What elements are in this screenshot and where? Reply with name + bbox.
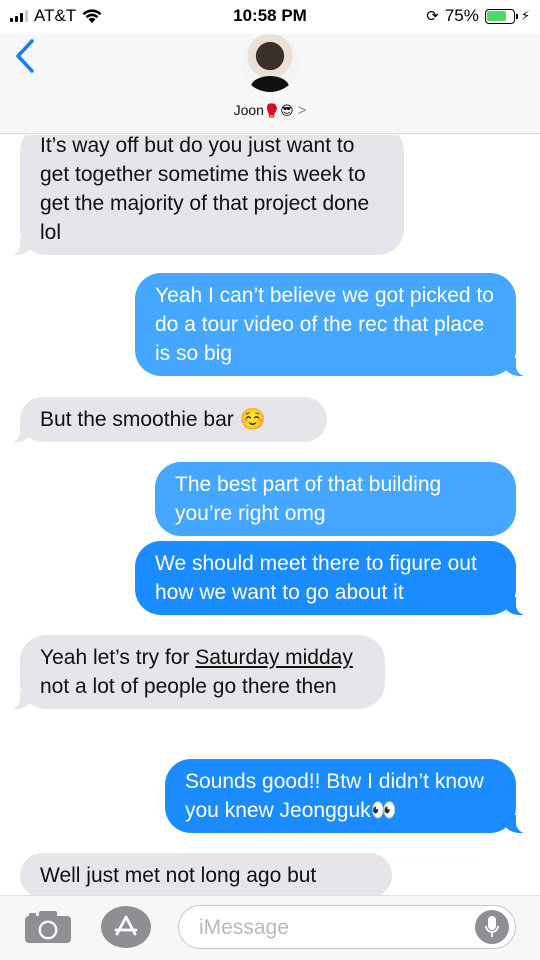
battery-icon bbox=[484, 8, 518, 24]
conversation-header: Joon🥊😎 > bbox=[0, 34, 540, 134]
orientation-lock-icon: ⟳ bbox=[426, 8, 439, 25]
contact-name: Joon bbox=[233, 102, 264, 118]
message-text-part: Yeah let’s try for bbox=[40, 646, 196, 669]
date-link[interactable]: Saturday midday bbox=[195, 646, 353, 669]
message-text: It’s way off but do you just want to get… bbox=[40, 135, 370, 244]
message-field-container bbox=[178, 905, 516, 949]
contact-emoji: 🥊😎 bbox=[263, 103, 294, 118]
message-text-part: not a lot of people go there then bbox=[40, 675, 337, 698]
bolt-icon: ⚡︎ bbox=[520, 8, 530, 23]
chevron-left-icon bbox=[16, 39, 34, 73]
camera-icon bbox=[25, 911, 71, 943]
message-text: Well just met not long ago but bbox=[40, 864, 317, 887]
message-bubble-outgoing[interactable]: We should meet there to figure out how w… bbox=[135, 541, 526, 615]
message-thread[interactable]: It’s way off but do you just want to get… bbox=[0, 135, 540, 895]
status-bar: AT&T 10:58 PM ⟳ 75% ⚡︎ bbox=[0, 0, 540, 34]
message-text: We should meet there to figure out how w… bbox=[155, 552, 477, 604]
message-bubble-outgoing[interactable]: The best part of that building you’re ri… bbox=[155, 462, 516, 536]
contact-name-button[interactable]: Joon🥊😎 > bbox=[0, 102, 540, 119]
chevron-right-icon: > bbox=[297, 102, 307, 119]
apps-button[interactable] bbox=[101, 906, 151, 948]
message-text: Sounds good!! Btw I didn’t know you knew… bbox=[185, 770, 484, 822]
app-store-icon bbox=[114, 915, 138, 936]
status-right: ⟳ 75% ⚡︎ bbox=[426, 6, 530, 26]
battery-percent: 75% bbox=[444, 6, 479, 25]
message-bubble-incoming[interactable]: Yeah let’s try for Saturday midday not a… bbox=[10, 635, 385, 709]
camera-button[interactable] bbox=[24, 910, 72, 944]
message-text: Yeah I can’t believe we got picked to do… bbox=[155, 284, 494, 365]
dictation-button[interactable] bbox=[475, 910, 509, 944]
message-bubble-outgoing[interactable]: Sounds good!! Btw I didn’t know you knew… bbox=[165, 759, 526, 833]
back-button[interactable] bbox=[14, 38, 44, 78]
message-text: The best part of that building you’re ri… bbox=[175, 473, 442, 525]
message-bubble-incoming[interactable]: It’s way off but do you just want to get… bbox=[10, 135, 404, 255]
message-bubble-incoming[interactable]: Well just met not long ago but bbox=[20, 853, 392, 895]
microphone-icon bbox=[485, 916, 499, 937]
message-text: But the smoothie bar ☺️ bbox=[40, 408, 266, 431]
message-bubble-outgoing[interactable]: Yeah I can’t believe we got picked to do… bbox=[135, 273, 526, 376]
battery-fill bbox=[487, 11, 507, 21]
message-bubble-incoming[interactable]: But the smoothie bar ☺️ bbox=[10, 397, 327, 442]
contact-avatar[interactable] bbox=[241, 34, 299, 92]
imessage-input[interactable] bbox=[199, 914, 459, 942]
compose-bar bbox=[0, 895, 540, 960]
